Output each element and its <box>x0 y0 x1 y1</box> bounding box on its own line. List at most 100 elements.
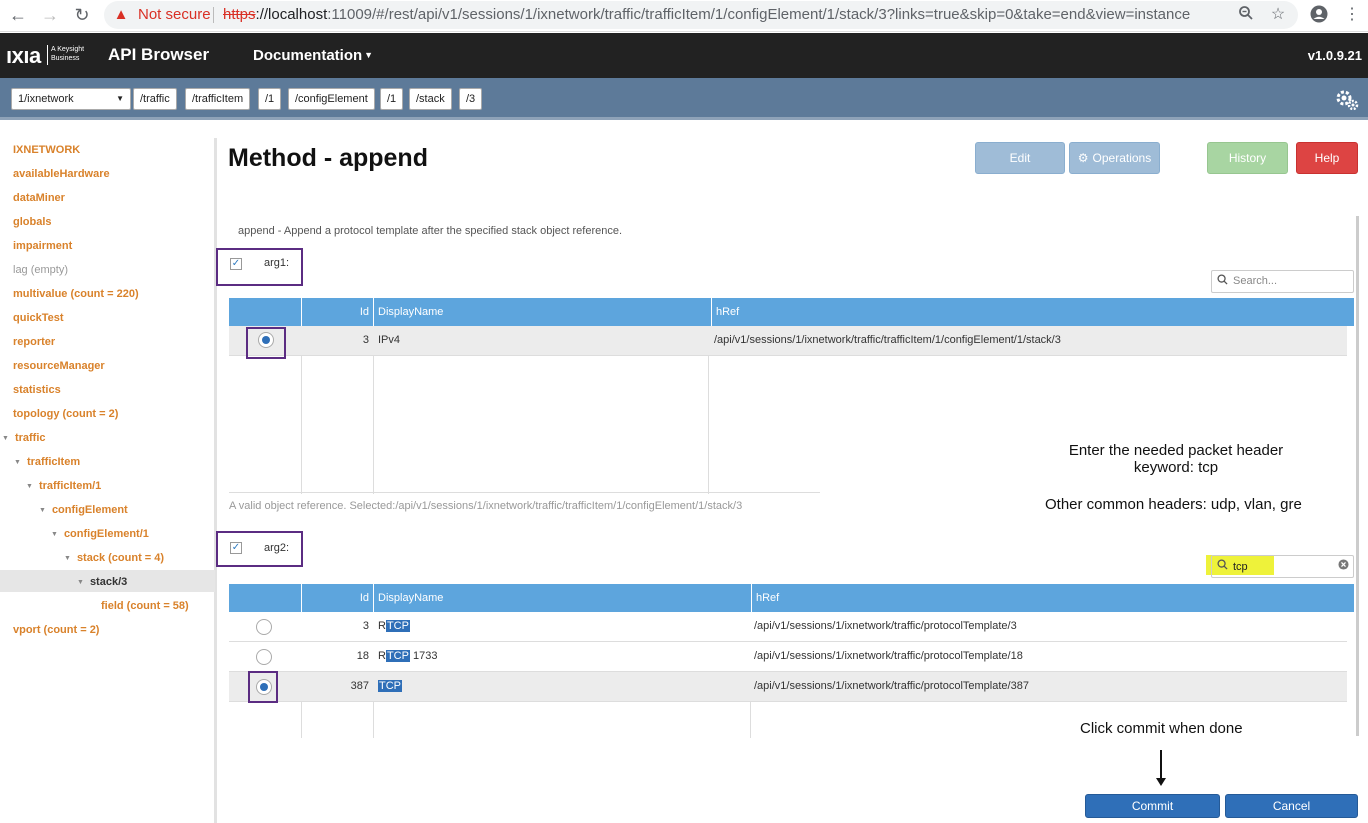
url-text[interactable]: https://localhost:11009/#/rest/api/v1/se… <box>223 6 1190 23</box>
table-row[interactable]: 3 RTCP /api/v1/sessions/1/ixnetwork/traf… <box>229 612 1347 642</box>
tree-item-availablehardware[interactable]: availableHardware <box>13 166 110 182</box>
row-id: 3 <box>362 620 369 632</box>
col-id[interactable]: Id <box>301 584 373 612</box>
row-id: 18 <box>356 650 369 662</box>
clear-search-icon[interactable] <box>1338 556 1349 577</box>
table-bottom-line <box>229 492 820 493</box>
col-displayname[interactable]: DisplayName <box>373 584 751 612</box>
crumb-configelement[interactable]: /configElement <box>288 88 375 110</box>
row-href: /api/v1/sessions/1/ixnetwork/traffic/pro… <box>754 680 1029 692</box>
tree-item-label: traffic <box>14 432 46 444</box>
zoom-icon[interactable] <box>1236 5 1256 25</box>
tree-item-trafficitem[interactable]: ▼ trafficItem <box>14 454 80 470</box>
browser-menu-icon[interactable]: ⋮ <box>1342 5 1362 25</box>
back-icon[interactable]: ← <box>6 4 30 26</box>
arg1-checkbox[interactable]: ✓ <box>230 258 242 270</box>
operations-button[interactable]: ⚙ Operations <box>1069 142 1160 174</box>
row-displayname: RTCP <box>378 612 410 642</box>
tree-item-configelement-1[interactable]: ▼ configElement/1 <box>51 526 149 542</box>
tree-item-topology[interactable]: topology (count = 2) <box>13 406 118 422</box>
tree-item-statistics[interactable]: statistics <box>13 382 61 398</box>
arg2-search-input[interactable]: tcp <box>1211 555 1354 578</box>
tree-item-ixnetwork[interactable]: IXNETWORK <box>13 142 80 158</box>
table-row[interactable]: 3 IPv4 /api/v1/sessions/1/ixnetwork/traf… <box>229 326 1347 356</box>
crumb-trafficitem[interactable]: /trafficItem <box>185 88 251 110</box>
sidebar-tree: IXNETWORK availableHardware dataMiner gl… <box>0 138 217 823</box>
crumb-configelement-id[interactable]: /1 <box>380 88 404 110</box>
arg2-radio-highlight-box <box>248 671 278 703</box>
profile-icon[interactable] <box>1309 5 1329 25</box>
tree-item-traffic[interactable]: ▼ traffic <box>2 430 46 446</box>
arg2-checkbox[interactable]: ✓ <box>230 542 242 554</box>
edit-button[interactable]: Edit <box>975 142 1065 174</box>
tree-item-label: configElement <box>51 504 128 516</box>
annotation-line: Enter the needed packet header <box>1068 442 1284 459</box>
forward-icon[interactable]: → <box>38 4 62 26</box>
column-divider <box>301 702 302 738</box>
tree-item-label: stack/3 <box>89 576 128 588</box>
help-button[interactable]: Help <box>1296 142 1358 174</box>
name-suffix: 1733 <box>409 650 438 662</box>
tree-item-label: trafficItem <box>26 456 81 468</box>
col-displayname[interactable]: DisplayName <box>373 298 709 326</box>
page-title: Method - append <box>228 144 428 172</box>
expand-triangle-icon[interactable]: ▼ <box>39 507 46 514</box>
table-row[interactable]: 387 TCP /api/v1/sessions/1/ixnetwork/tra… <box>229 672 1347 702</box>
settings-gears-icon[interactable] <box>1334 86 1360 112</box>
reload-icon[interactable]: ↻ <box>70 4 94 26</box>
version-label: v1.0.9.21 <box>1307 48 1362 63</box>
gears-icon: ⚙ <box>1077 151 1089 165</box>
col-href[interactable]: hRef <box>751 584 1354 612</box>
row-radio[interactable] <box>256 619 272 635</box>
arg1-label: arg1: <box>264 257 290 269</box>
expand-triangle-icon[interactable]: ▼ <box>2 435 9 442</box>
scrollbar[interactable] <box>1356 216 1359 736</box>
expand-triangle-icon[interactable]: ▼ <box>51 531 58 538</box>
validation-message: A valid object reference. Selected:/api/… <box>229 500 743 512</box>
row-radio[interactable] <box>256 649 272 665</box>
tree-item-stack[interactable]: ▼ stack (count = 4) <box>64 550 164 566</box>
tree-item-dataminer[interactable]: dataMiner <box>13 190 65 206</box>
crumb-trafficitem-id[interactable]: /1 <box>258 88 282 110</box>
col-href[interactable]: hRef <box>711 298 1354 326</box>
method-panel: Method - append Edit ⚙ Operations History… <box>216 138 1368 823</box>
name-prefix: R <box>378 650 386 662</box>
expand-triangle-icon[interactable]: ▼ <box>64 555 71 562</box>
history-button[interactable]: History <box>1207 142 1288 174</box>
crumb-traffic[interactable]: /traffic <box>133 88 177 110</box>
name-match: TCP <box>385 650 410 662</box>
tree-item-configelement[interactable]: ▼ configElement <box>39 502 128 518</box>
tree-item-stack-3[interactable]: ▼ stack/3 <box>77 574 127 590</box>
crumb-stack-id[interactable]: /3 <box>459 88 483 110</box>
tree-item-reporter[interactable]: reporter <box>13 334 55 350</box>
crumb-stack[interactable]: /stack <box>409 88 452 110</box>
session-select[interactable]: 1/ixnetwork ▼ <box>11 88 131 110</box>
operations-label: Operations <box>1092 151 1152 165</box>
tree-item-vport[interactable]: vport (count = 2) <box>13 622 99 638</box>
row-href: /api/v1/sessions/1/ixnetwork/traffic/tra… <box>714 334 1061 346</box>
tree-item-impairment[interactable]: impairment <box>13 238 72 254</box>
logo-divider <box>47 45 48 65</box>
name-match: TCP <box>378 680 402 692</box>
col-id[interactable]: Id <box>301 298 373 326</box>
expand-triangle-icon[interactable]: ▼ <box>14 459 21 466</box>
tree-item-quicktest[interactable]: quickTest <box>13 310 64 326</box>
annotation-keyword: Enter the needed packet header keyword: t… <box>1065 442 1287 476</box>
bookmark-star-icon[interactable]: ☆ <box>1268 5 1288 25</box>
cancel-button[interactable]: Cancel <box>1225 794 1358 818</box>
expand-triangle-icon[interactable]: ▼ <box>26 483 33 490</box>
column-divider <box>301 356 302 494</box>
tree-item-field[interactable]: field (count = 58) <box>101 598 189 614</box>
arg1-search-input[interactable]: Search... <box>1211 270 1354 293</box>
tree-item-globals[interactable]: globals <box>13 214 52 230</box>
tree-item-multivalue[interactable]: multivalue (count = 220) <box>13 286 139 302</box>
documentation-menu[interactable]: Documentation ▼ <box>253 47 373 64</box>
tree-item-trafficitem-1[interactable]: ▼ trafficItem/1 <box>26 478 101 494</box>
commit-button[interactable]: Commit <box>1085 794 1220 818</box>
table-row[interactable]: 18 RTCP 1733 /api/v1/sessions/1/ixnetwor… <box>229 642 1347 672</box>
security-status[interactable]: Not secure <box>138 6 211 23</box>
row-href: /api/v1/sessions/1/ixnetwork/traffic/pro… <box>754 650 1023 662</box>
expand-triangle-icon[interactable]: ▼ <box>77 579 84 586</box>
tree-item-resourcemanager[interactable]: resourceManager <box>13 358 105 374</box>
annotation-other-headers: Other common headers: udp, vlan, gre <box>1045 496 1302 513</box>
